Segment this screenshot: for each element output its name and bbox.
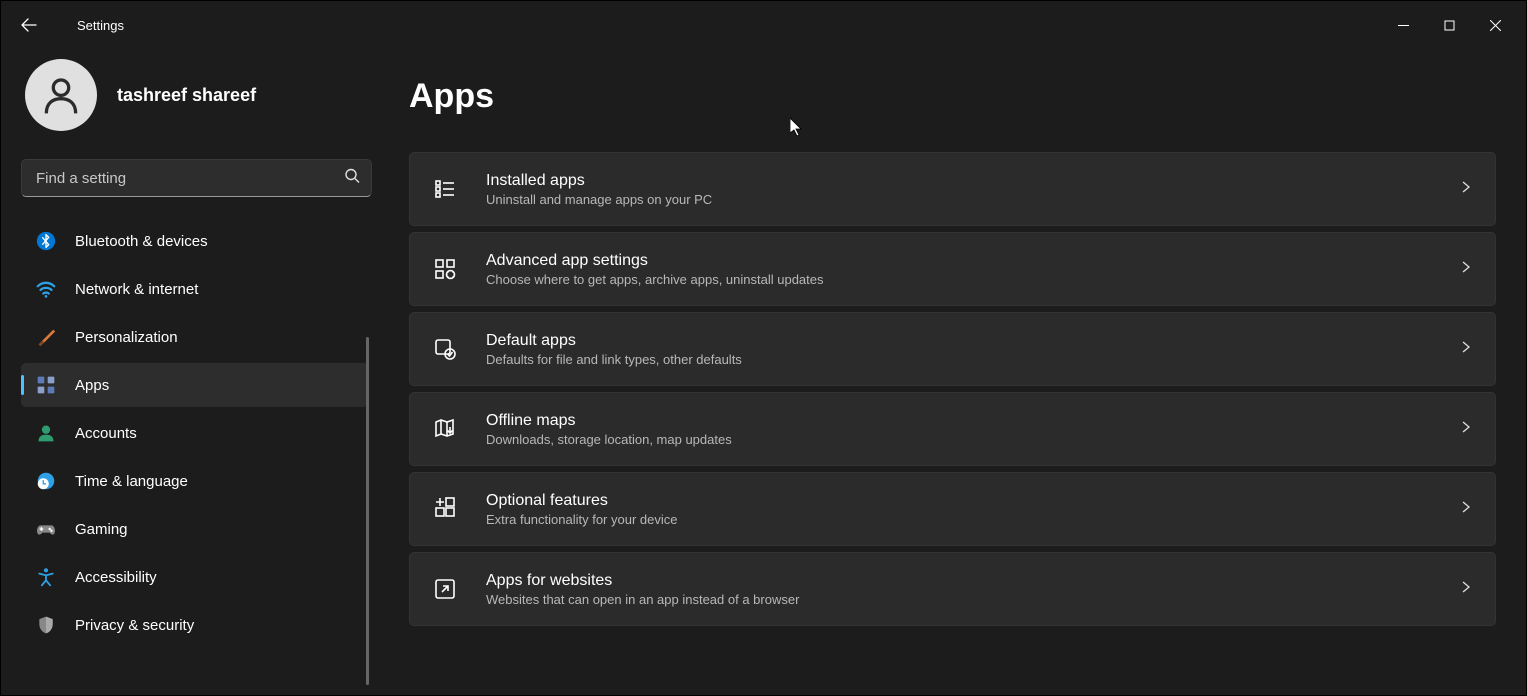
card-subtitle: Extra functionality for your device [486, 512, 1459, 527]
card-subtitle: Choose where to get apps, archive apps, … [486, 272, 1459, 287]
card-title: Installed apps [486, 172, 1459, 190]
card-optional-features[interactable]: Optional features Extra functionality fo… [409, 472, 1496, 546]
maximize-button[interactable] [1426, 9, 1472, 41]
close-button[interactable] [1472, 9, 1518, 41]
minimize-icon [1398, 20, 1409, 31]
sidebar-item-label: Apps [75, 377, 109, 394]
avatar [25, 59, 97, 131]
sidebar-item-personalization[interactable]: Personalization [21, 315, 369, 359]
sidebar-item-label: Accessibility [75, 569, 157, 586]
window-title: Settings [77, 18, 124, 33]
main-content: Apps Installed apps Uninstall and manage… [371, 49, 1526, 695]
add-feature-icon [432, 496, 458, 522]
sidebar-item-network[interactable]: Network & internet [21, 267, 369, 311]
sidebar-item-label: Privacy & security [75, 617, 194, 634]
person-icon [39, 73, 83, 117]
wifi-icon [35, 278, 57, 300]
card-subtitle: Downloads, storage location, map updates [486, 432, 1459, 447]
sidebar-item-bluetooth[interactable]: Bluetooth & devices [21, 219, 369, 263]
list-icon [432, 176, 458, 202]
maximize-icon [1444, 20, 1455, 31]
card-title: Advanced app settings [486, 252, 1459, 270]
chevron-right-icon [1459, 420, 1473, 439]
close-icon [1490, 20, 1501, 31]
accessibility-icon [35, 566, 57, 588]
card-apps-for-websites[interactable]: Apps for websites Websites that can open… [409, 552, 1496, 626]
card-subtitle: Uninstall and manage apps on your PC [486, 192, 1459, 207]
sidebar-item-privacy[interactable]: Privacy & security [21, 603, 369, 647]
minimize-button[interactable] [1380, 9, 1426, 41]
map-download-icon [432, 416, 458, 442]
apps-gear-icon [432, 256, 458, 282]
clock-globe-icon [35, 470, 57, 492]
sidebar-item-label: Time & language [75, 473, 188, 490]
card-subtitle: Defaults for file and link types, other … [486, 352, 1459, 367]
card-title: Offline maps [486, 412, 1459, 430]
card-title: Default apps [486, 332, 1459, 350]
back-button[interactable] [9, 5, 49, 45]
sidebar-item-accessibility[interactable]: Accessibility [21, 555, 369, 599]
card-advanced-app-settings[interactable]: Advanced app settings Choose where to ge… [409, 232, 1496, 306]
shield-icon [35, 614, 57, 636]
search-icon [344, 168, 360, 189]
sidebar-item-gaming[interactable]: Gaming [21, 507, 369, 551]
page-title: Apps [409, 77, 1496, 116]
sidebar-item-label: Personalization [75, 329, 178, 346]
nav: Bluetooth & devices Network & internet P… [21, 219, 371, 647]
sidebar-item-label: Accounts [75, 425, 137, 442]
sidebar-item-label: Gaming [75, 521, 128, 538]
chevron-right-icon [1459, 260, 1473, 279]
back-arrow-icon [21, 17, 37, 33]
sidebar-item-label: Network & internet [75, 281, 198, 298]
sidebar-item-time[interactable]: Time & language [21, 459, 369, 503]
chevron-right-icon [1459, 500, 1473, 519]
default-app-icon [432, 336, 458, 362]
chevron-right-icon [1459, 180, 1473, 199]
sidebar-item-apps[interactable]: Apps [21, 363, 369, 407]
username: tashreef shareef [117, 85, 256, 106]
apps-icon [35, 374, 57, 396]
sidebar-item-accounts[interactable]: Accounts [21, 411, 369, 455]
titlebar: Settings [1, 1, 1526, 49]
sidebar-item-label: Bluetooth & devices [75, 233, 208, 250]
bluetooth-icon [35, 230, 57, 252]
search-input[interactable] [21, 159, 372, 197]
sidebar-scrollbar[interactable] [366, 337, 369, 685]
card-title: Apps for websites [486, 572, 1459, 590]
card-offline-maps[interactable]: Offline maps Downloads, storage location… [409, 392, 1496, 466]
chevron-right-icon [1459, 580, 1473, 599]
profile-block[interactable]: tashreef shareef [21, 59, 371, 131]
open-external-icon [432, 576, 458, 602]
account-icon [35, 422, 57, 444]
search-box [21, 159, 372, 197]
gamepad-icon [35, 518, 57, 540]
window-controls [1380, 9, 1518, 41]
paintbrush-icon [35, 326, 57, 348]
settings-cards: Installed apps Uninstall and manage apps… [409, 152, 1496, 626]
card-installed-apps[interactable]: Installed apps Uninstall and manage apps… [409, 152, 1496, 226]
card-default-apps[interactable]: Default apps Defaults for file and link … [409, 312, 1496, 386]
card-subtitle: Websites that can open in an app instead… [486, 592, 1459, 607]
sidebar: tashreef shareef Bluetooth & devices Net… [1, 49, 371, 695]
card-title: Optional features [486, 492, 1459, 510]
chevron-right-icon [1459, 340, 1473, 359]
